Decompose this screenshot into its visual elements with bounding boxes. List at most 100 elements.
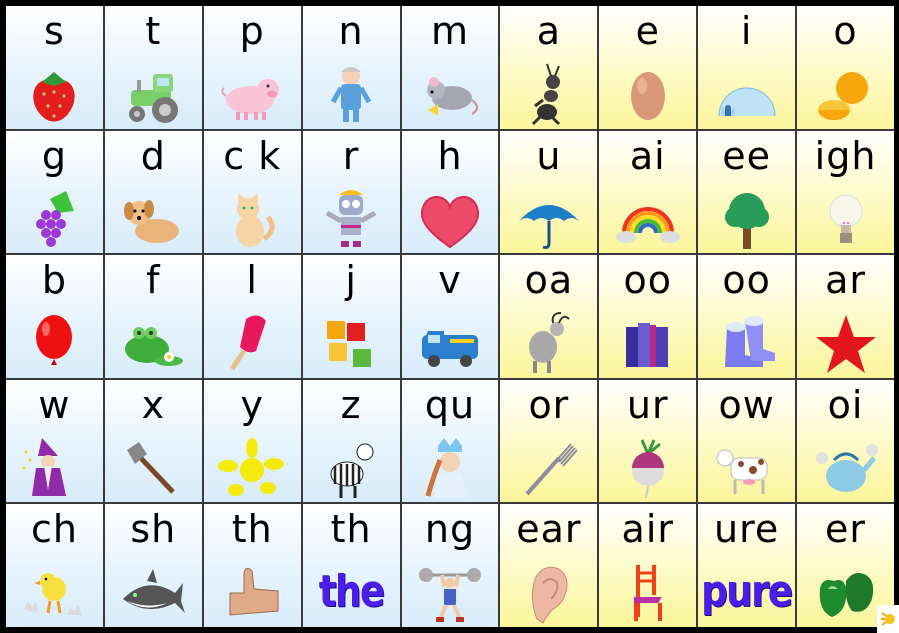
sound-card-boots: oo — [698, 255, 796, 378]
sound-label: o — [833, 9, 858, 53]
sound-label: ure — [714, 507, 780, 552]
tree-icon — [724, 192, 769, 249]
turnip-icon — [631, 439, 664, 499]
orange-icon — [817, 72, 868, 121]
sound-card-queen: qu — [401, 379, 499, 503]
sound-card-strawberry: s — [6, 6, 103, 129]
goat-icon — [500, 307, 597, 378]
sound-label: ch — [30, 507, 78, 552]
wizard-icon — [22, 438, 67, 497]
sound-label: v — [438, 258, 462, 303]
sound-card-jigsaw: j — [302, 255, 400, 378]
cat-icon — [236, 192, 275, 247]
umbrella-icon — [518, 204, 579, 249]
sound-card-light-bulb: igh — [797, 130, 894, 254]
sound-label: x — [141, 382, 166, 427]
orange-icon — [797, 58, 894, 129]
tractor-icon — [105, 58, 202, 129]
star-icon — [797, 307, 894, 378]
sound-label: er — [825, 507, 867, 552]
strawberry-icon — [33, 72, 76, 122]
sound-label: a — [536, 9, 562, 53]
strawberry-icon — [6, 58, 103, 129]
axe-icon — [127, 442, 176, 494]
ant-icon — [500, 58, 597, 129]
sound-label: ow — [718, 382, 775, 427]
sound-card-wizard: w — [6, 379, 103, 503]
jigsaw-icon — [303, 307, 400, 378]
sound-label: ng — [424, 507, 476, 552]
sound-card-yellow-splat: y — [203, 379, 301, 503]
rainbow-icon — [615, 206, 680, 243]
pig-icon — [204, 58, 301, 129]
tractor-icon — [129, 74, 179, 124]
sound-label: th — [330, 507, 372, 552]
sound-card-cow: ow — [698, 379, 796, 503]
corner-badge — [877, 605, 899, 633]
thumb-icon — [204, 556, 301, 627]
sound-label: z — [340, 382, 362, 427]
sound-card-turnip: ur — [599, 379, 697, 503]
balloon-icon — [6, 307, 103, 378]
sound-label: e — [635, 9, 660, 53]
grapes-icon — [6, 183, 103, 254]
sound-label: m — [430, 9, 469, 53]
sound-label: oo — [722, 258, 771, 303]
sound-label: s — [44, 9, 65, 53]
umbrella-icon — [500, 183, 597, 254]
shark-icon — [123, 568, 186, 613]
sound-card-chick: ch — [6, 504, 103, 627]
mouse-icon — [402, 58, 499, 129]
sound-label: d — [140, 133, 166, 178]
turnip-icon — [599, 432, 696, 503]
sound-label: w — [38, 382, 71, 427]
egg-icon — [630, 72, 665, 121]
shark-icon — [105, 556, 202, 627]
chick-icon — [24, 572, 83, 615]
sound-label: ur — [626, 382, 669, 427]
sound-label: y — [240, 382, 264, 427]
sound-card-grapes: g — [6, 130, 103, 254]
rainbow-icon — [599, 183, 696, 254]
mouse-icon — [426, 77, 478, 117]
books-icon — [625, 323, 668, 368]
sound-card-fork: or — [500, 379, 598, 503]
sound-card-goat: oa — [500, 255, 598, 378]
nurse-icon — [303, 58, 400, 129]
sound-label: p — [239, 9, 265, 53]
balloon-icon — [36, 315, 73, 366]
sound-label: or — [528, 382, 570, 427]
sound-card-ant: a — [500, 6, 598, 129]
sound-label: sh — [130, 507, 177, 552]
frog-icon — [125, 327, 184, 367]
sound-card-heart: h — [401, 130, 499, 254]
sound-card-van: v — [401, 255, 499, 378]
sound-card-orange: o — [797, 6, 894, 129]
sound-label: i — [740, 9, 753, 53]
sound-card-lolly: l — [203, 255, 301, 378]
zebra-icon — [330, 443, 374, 499]
igloo-icon — [698, 58, 795, 129]
heart-icon — [402, 183, 499, 254]
chair-icon — [599, 556, 696, 627]
sound-card-umbrella: u — [500, 130, 598, 254]
sound-label: n — [338, 9, 364, 53]
sound-label: f — [146, 258, 161, 303]
sound-label: oa — [524, 258, 574, 303]
van-icon — [402, 307, 499, 378]
sound-card-pig: p — [203, 6, 301, 129]
star-icon — [815, 315, 876, 374]
cow-icon — [698, 432, 795, 503]
example-word-text: pure — [701, 565, 793, 617]
robot-icon — [325, 189, 377, 247]
ant-icon — [531, 63, 560, 126]
sound-card-egg: e — [599, 6, 697, 129]
boots-icon — [724, 316, 775, 368]
sound-card-robot: r — [302, 130, 400, 254]
sound-label: r — [342, 133, 360, 178]
sound-label: b — [41, 258, 67, 303]
sound-label: ear — [516, 507, 582, 552]
dog-icon — [105, 183, 202, 254]
dog-icon — [124, 199, 180, 243]
fork-icon — [525, 443, 578, 496]
